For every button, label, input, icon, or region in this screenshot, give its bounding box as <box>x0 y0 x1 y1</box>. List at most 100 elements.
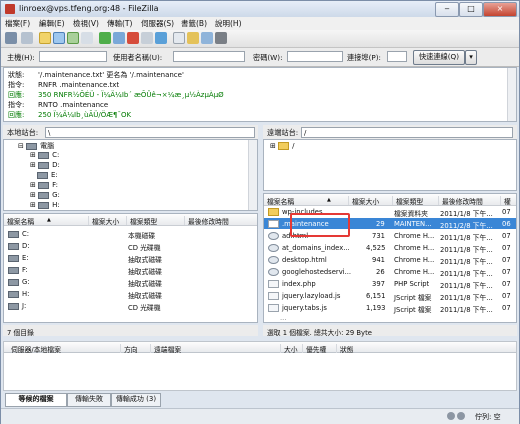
menu-help[interactable]: 說明(H) <box>215 18 242 29</box>
remote-directory-tree: ⊞ / <box>263 139 517 191</box>
filter-icon[interactable] <box>173 32 185 44</box>
remote-list-header: 檔案名稱 ▲ 檔案大小 檔案類型 最後修改時間 權 <box>264 194 516 206</box>
host-label: 主機(H): <box>7 53 35 62</box>
drive-icon <box>38 181 50 189</box>
site-manager-icon[interactable] <box>5 32 17 44</box>
log-line: 狀態: '/.maintenance.txt' 更名為 '/.maintenanc… <box>8 71 184 79</box>
quickconnect-button[interactable]: 快速連線(Q) <box>413 50 465 65</box>
column-header-type[interactable]: 檔案類型 <box>126 216 157 226</box>
drive-icon <box>8 290 19 298</box>
queue-column-size[interactable]: 大小 <box>280 344 298 354</box>
drive-icon <box>38 151 50 159</box>
annotation-highlight-box <box>290 213 350 237</box>
table-row[interactable]: F: 抽取式磁碟 <box>4 264 257 276</box>
port-input[interactable] <box>387 51 407 62</box>
menu-bookmarks[interactable]: 書籤(B) <box>181 18 207 29</box>
search-icon[interactable] <box>215 32 227 44</box>
message-log: 狀態: '/.maintenance.txt' 更名為 '/.maintenanc… <box>3 67 517 122</box>
toggle-local-tree-icon[interactable] <box>53 32 65 44</box>
queue-column-priority[interactable]: 優先權 <box>302 344 326 354</box>
drive-icon <box>8 230 19 238</box>
tree-item-drive[interactable]: ⊞ G: <box>30 191 60 199</box>
remote-site-bar: 遠端站台: / <box>263 125 517 139</box>
menu-bar: 檔案(F) 編輯(E) 檢視(V) 傳輸(T) 伺服器(S) 書籤(B) 說明(… <box>1 17 519 30</box>
table-row[interactable]: E: 抽取式磁碟 <box>4 252 257 264</box>
disconnect-icon[interactable] <box>141 32 153 44</box>
tab-successful-transfers[interactable]: 傳輸成功 (3) <box>111 393 161 407</box>
title-bar: linroex@vps.tfeng.org:48 - FileZilla ‒ □… <box>1 1 519 17</box>
menu-view[interactable]: 檢視(V) <box>73 18 99 29</box>
drive-icon <box>8 266 19 274</box>
table-row[interactable]: googlehostedservi... 26 Chrome H... 2011/1/… <box>264 266 516 278</box>
column-header-name[interactable]: 檔案名稱 <box>4 216 34 226</box>
drive-icon <box>8 242 19 250</box>
queue-column-local-file[interactable]: 伺服器/本地檔案 <box>8 344 61 354</box>
refresh-icon[interactable] <box>99 32 111 44</box>
tab-failed-transfers[interactable]: 傳輸失敗 <box>67 393 111 407</box>
table-row[interactable]: index.php 397 PHP Script 2011/1/8 下午... 07 <box>264 278 516 290</box>
table-row[interactable]: at_domains_index... 4,525 Chrome H... 2011/… <box>264 242 516 254</box>
sync-browse-icon[interactable] <box>201 32 213 44</box>
table-row[interactable]: G: 抽取式磁碟 <box>4 276 257 288</box>
remote-site-label: 遠端站台: <box>267 128 299 137</box>
tree-item-drive[interactable]: ⊞ F: <box>30 181 58 189</box>
drive-icon <box>37 171 48 179</box>
quickconnect-dropdown-button[interactable]: ▾ <box>465 50 477 65</box>
column-header-modified[interactable]: 最後修改時間 <box>438 196 483 206</box>
local-tree-scrollbar[interactable] <box>248 140 257 210</box>
menu-transfer[interactable]: 傳輸(T) <box>107 18 132 29</box>
tree-item-drive[interactable]: ⊞ C: <box>30 151 59 159</box>
quickconnect-bar: 主機(H): 使用者名稱(U): 密碼(W): 連接埠(P): 快速連線(Q) … <box>1 48 519 67</box>
remote-path-input[interactable]: / <box>301 127 513 138</box>
tree-item-root[interactable]: ⊞ / <box>270 142 294 150</box>
table-row[interactable]: J: CD 光碟機 <box>4 300 257 312</box>
menu-server[interactable]: 伺服器(S) <box>141 18 174 29</box>
column-header-size[interactable]: 檔案大小 <box>88 216 119 226</box>
local-status: 7 個目錄 <box>3 325 258 337</box>
tree-item-drive[interactable]: ⊞ D: <box>30 161 60 169</box>
local-path-input[interactable]: \ <box>45 127 255 138</box>
column-header-name[interactable]: 檔案名稱 <box>264 196 294 206</box>
compare-icon[interactable] <box>187 32 199 44</box>
menu-file[interactable]: 檔案(F) <box>5 18 30 29</box>
column-header-permissions[interactable]: 權 <box>500 196 511 206</box>
process-queue-icon[interactable] <box>113 32 125 44</box>
tree-item-drive[interactable]: E: <box>37 171 58 179</box>
menu-edit[interactable]: 編輯(E) <box>39 18 65 29</box>
toggle-queue-icon[interactable] <box>81 32 93 44</box>
cancel-icon[interactable] <box>127 32 139 44</box>
close-button[interactable]: × <box>483 2 517 17</box>
host-input[interactable] <box>39 51 107 62</box>
tree-item-computer[interactable]: ⊟ 電腦 <box>18 141 54 151</box>
table-row[interactable]: H: 抽取式磁碟 <box>4 288 257 300</box>
toggle-log-icon[interactable] <box>39 32 51 44</box>
reconnect-icon[interactable] <box>155 32 167 44</box>
password-input[interactable] <box>287 51 343 62</box>
table-row[interactable]: C: 本機磁碟 <box>4 228 257 240</box>
column-header-modified[interactable]: 最後修改時間 <box>184 216 229 226</box>
user-label: 使用者名稱(U): <box>113 53 163 62</box>
script-file-icon <box>268 304 279 312</box>
sort-arrow-icon: ▲ <box>327 197 331 203</box>
queue-column-direction[interactable]: 方向 <box>120 344 138 354</box>
drive-icon <box>8 278 19 286</box>
maximize-button[interactable]: □ <box>459 2 483 17</box>
log-line: 指令: RNTO .maintenance <box>8 101 109 109</box>
log-scrollbar[interactable] <box>507 68 516 121</box>
tree-item-drive[interactable]: ⊞ H: <box>30 201 60 209</box>
toggle-remote-tree-icon[interactable] <box>67 32 79 44</box>
table-row[interactable]: desktop.html 941 Chrome H... 2011/1/8 下午...… <box>264 254 516 266</box>
user-input[interactable] <box>173 51 245 62</box>
remote-status: 選取 1 個檔案. 總共大小: 29 Byte <box>263 325 517 337</box>
queue-column-remote-file[interactable]: 遠端檔案 <box>150 344 181 354</box>
column-header-type[interactable]: 檔案類型 <box>392 196 423 206</box>
table-row[interactable]: D: CD 光碟機 <box>4 240 257 252</box>
dropdown-icon[interactable] <box>21 32 33 44</box>
minimize-button[interactable]: ‒ <box>435 2 459 17</box>
queue-column-status[interactable]: 狀態 <box>336 344 354 354</box>
table-row[interactable]: ... <box>264 312 516 322</box>
drive-icon <box>8 302 19 310</box>
table-row[interactable]: jquery.lazyload.js 6,151 JScript 檔案 2011/1/… <box>264 290 516 302</box>
tab-queued-files[interactable]: 等候的檔案 <box>5 393 67 407</box>
column-header-size[interactable]: 檔案大小 <box>348 196 379 206</box>
